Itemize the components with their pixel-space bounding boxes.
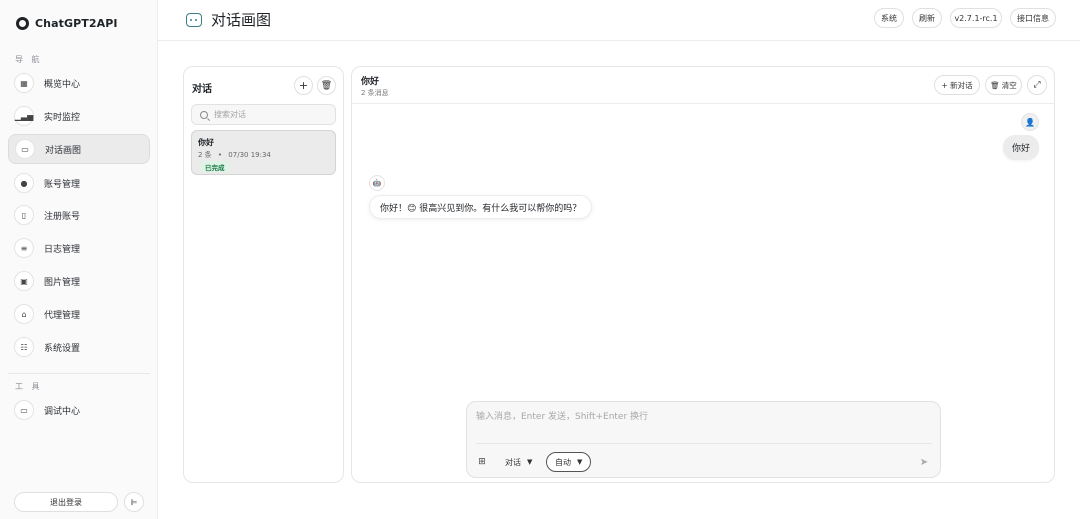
lock-icon: ⌂ bbox=[14, 304, 34, 324]
brand: ChatGPT2API bbox=[16, 17, 118, 30]
new-chat-button[interactable]: + 新对话 bbox=[934, 75, 980, 95]
sidebar-item-label: 对话画图 bbox=[45, 145, 82, 156]
auto-select-value: 自动 bbox=[555, 457, 571, 467]
search-icon bbox=[200, 110, 208, 119]
github-icon bbox=[16, 17, 29, 30]
sidebar-item-label: 图片管理 bbox=[44, 277, 81, 288]
trash-icon: 🗑 bbox=[990, 80, 1000, 90]
collapse-icon: ⊫ bbox=[130, 497, 138, 507]
sidebar-item-label: 注册账号 bbox=[44, 211, 81, 222]
conversation-item-title: 你好 bbox=[198, 138, 214, 147]
sidebar: ChatGPT2API 导 航 ▦ 概览中心 ▁▃▅ 实时监控 ▭ 对话画图 ●… bbox=[0, 0, 158, 519]
conversation-item-time: 07/30 19:34 bbox=[228, 151, 271, 159]
message-composer: ⊞ 对话 ▼ 自动 ▼ ➤ bbox=[466, 401, 941, 478]
sidebar-item-monitor[interactable]: ▁▃▅ 实时监控 bbox=[8, 101, 150, 131]
refresh-button[interactable]: 刷新 bbox=[912, 8, 942, 28]
sidebar-item-accounts[interactable]: ● 账号管理 bbox=[8, 168, 150, 198]
sidebar-item-label: 账号管理 bbox=[44, 179, 81, 190]
conversation-item-count: 2 条 bbox=[198, 151, 212, 159]
sidebar-item-settings[interactable]: ☷ 系统设置 bbox=[8, 332, 150, 362]
attach-image-icon[interactable]: ⊞ bbox=[477, 457, 487, 467]
sidebar-item-label: 代理管理 bbox=[44, 310, 81, 321]
nav-section-label: 导 航 bbox=[15, 55, 43, 64]
robot-icon: 🤖 bbox=[372, 179, 382, 187]
new-conversation-button[interactable]: + bbox=[294, 76, 313, 95]
assistant-avatar: 🤖 bbox=[369, 175, 385, 191]
conversation-search[interactable] bbox=[191, 104, 336, 125]
conversation-item-meta: 2 条 • 07/30 19:34 bbox=[198, 150, 271, 160]
delete-conversation-button[interactable]: 🗑 bbox=[317, 76, 336, 95]
user-message: 你好 bbox=[1003, 135, 1039, 160]
chat-header: 你好 2 条消息 + 新对话 🗑 清空 ⤢ bbox=[352, 67, 1054, 104]
api-info-button[interactable]: 接口信息 bbox=[1010, 8, 1056, 28]
clear-chat-label: 清空 bbox=[1001, 80, 1017, 90]
sidebar-item-register[interactable]: ▯ 注册账号 bbox=[8, 200, 150, 230]
user-avatar: 👤 bbox=[1021, 113, 1039, 131]
caret-down-icon: ▼ bbox=[527, 458, 533, 466]
send-button[interactable]: ➤ bbox=[918, 456, 930, 468]
robot-icon bbox=[186, 12, 202, 27]
sidebar-item-overview[interactable]: ▦ 概览中心 bbox=[8, 68, 150, 98]
auto-select[interactable]: 自动 ▼ bbox=[546, 452, 592, 472]
caret-down-icon: ▼ bbox=[577, 458, 583, 466]
chat-title: 你好 bbox=[361, 77, 380, 87]
header: 对话画图 系统 刷新 v2.7.1-rc.1 接口信息 bbox=[158, 0, 1080, 41]
register-icon: ▯ bbox=[14, 205, 34, 225]
mode-select[interactable]: 对话 ▼ bbox=[497, 452, 540, 472]
plus-icon: + bbox=[298, 79, 309, 92]
image-icon: ▣ bbox=[14, 271, 34, 291]
assistant-message: 你好！😊 很高兴见到你。有什么我可以帮你的吗？ bbox=[369, 195, 593, 219]
clear-chat-button[interactable]: 🗑 清空 bbox=[985, 75, 1022, 95]
conversation-item-separator: • bbox=[217, 151, 223, 159]
collapse-sidebar-button[interactable]: ⊫ bbox=[124, 492, 144, 512]
tools-section-label: 工 具 bbox=[15, 382, 43, 391]
sidebar-item-label: 调试中心 bbox=[44, 406, 81, 417]
sidebar-item-label: 实时监控 bbox=[44, 112, 81, 123]
conversation-list-title: 对话 bbox=[192, 84, 212, 95]
chat-icon: ▭ bbox=[15, 139, 35, 159]
sidebar-divider bbox=[8, 373, 150, 374]
message-input[interactable] bbox=[476, 408, 926, 426]
page-title: 对话画图 bbox=[186, 9, 271, 30]
system-button[interactable]: 系统 bbox=[874, 8, 904, 28]
debug-icon: ▭ bbox=[14, 400, 34, 420]
search-input[interactable] bbox=[214, 110, 334, 119]
sidebar-item-logs[interactable]: ≡ 日志管理 bbox=[8, 233, 150, 263]
conversation-list-panel: 对话 + 🗑 你好 2 条 • 07/30 19:34 已完成 bbox=[183, 66, 344, 483]
sidebar-item-label: 日志管理 bbox=[44, 244, 81, 255]
expand-icon: ⤢ bbox=[1033, 80, 1041, 90]
composer-divider bbox=[476, 443, 932, 444]
logout-button[interactable]: 退出登录 bbox=[14, 492, 118, 512]
chat-panel: 你好 2 条消息 + 新对话 🗑 清空 ⤢ 👤 你好 🤖 你好！😊 很高兴见到你。… bbox=[351, 66, 1055, 483]
sidebar-item-proxy[interactable]: ⌂ 代理管理 bbox=[8, 299, 150, 329]
sidebar-item-label: 系统设置 bbox=[44, 343, 81, 354]
chat-message-count: 2 条消息 bbox=[361, 89, 389, 97]
version-button[interactable]: v2.7.1-rc.1 bbox=[950, 8, 1002, 28]
expand-button[interactable]: ⤢ bbox=[1027, 75, 1047, 95]
user-icon: ● bbox=[14, 173, 34, 193]
sidebar-item-chat-draw[interactable]: ▭ 对话画图 bbox=[8, 134, 150, 164]
grid-icon: ▦ bbox=[14, 73, 34, 93]
sidebar-item-debug[interactable]: ▭ 调试中心 bbox=[8, 395, 150, 425]
log-icon: ≡ bbox=[14, 238, 34, 258]
send-icon: ➤ bbox=[919, 456, 929, 468]
trash-icon: 🗑 bbox=[320, 80, 333, 91]
mode-select-value: 对话 bbox=[505, 457, 521, 467]
user-icon: 👤 bbox=[1025, 117, 1035, 127]
sidebar-item-images[interactable]: ▣ 图片管理 bbox=[8, 266, 150, 296]
sidebar-item-label: 概览中心 bbox=[44, 79, 81, 90]
page-title-text: 对话画图 bbox=[211, 11, 272, 29]
settings-icon: ☷ bbox=[14, 337, 34, 357]
status-badge: 已完成 bbox=[200, 161, 230, 172]
conversation-item[interactable]: 你好 2 条 • 07/30 19:34 已完成 bbox=[191, 130, 336, 175]
bar-chart-icon: ▁▃▅ bbox=[14, 106, 34, 126]
app-title: ChatGPT2API bbox=[35, 17, 118, 30]
